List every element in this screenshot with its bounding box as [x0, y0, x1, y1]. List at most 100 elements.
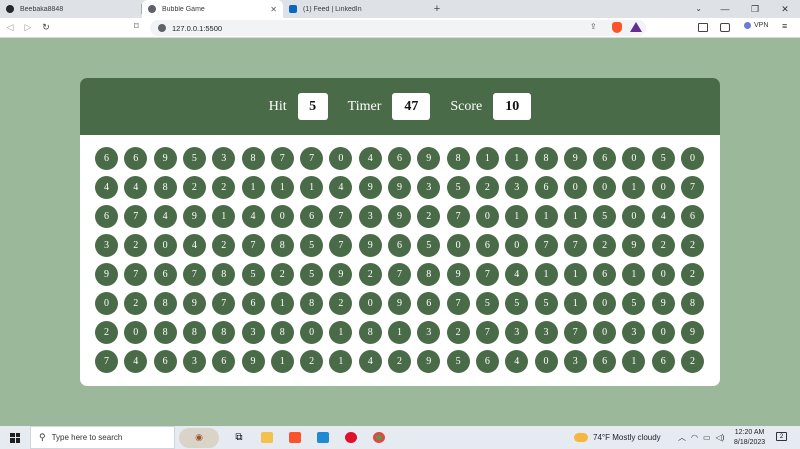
bubble[interactable]: 3 [95, 234, 118, 257]
bubble[interactable]: 1 [563, 292, 587, 315]
bubble[interactable]: 2 [651, 234, 675, 257]
bubble[interactable]: 0 [153, 234, 177, 257]
bubble[interactable]: 0 [651, 176, 675, 199]
bubble[interactable]: 3 [241, 321, 265, 344]
bubble[interactable]: 1 [505, 147, 529, 170]
bubble[interactable]: 2 [681, 350, 704, 373]
bubble[interactable]: 8 [681, 292, 704, 315]
bubble[interactable]: 6 [681, 205, 704, 228]
bubble[interactable]: 1 [241, 176, 265, 199]
chrome-icon[interactable] [365, 426, 393, 449]
bubble[interactable]: 3 [622, 321, 646, 344]
bubble[interactable]: 2 [417, 205, 441, 228]
bubble[interactable]: 2 [95, 321, 118, 344]
bubble[interactable]: 2 [124, 292, 148, 315]
reload-icon[interactable]: ↻ [38, 22, 54, 33]
bubble[interactable]: 1 [212, 205, 236, 228]
bubble[interactable]: 7 [534, 234, 558, 257]
bubble[interactable]: 7 [475, 263, 499, 286]
bubble[interactable]: 7 [95, 350, 118, 373]
bubble[interactable]: 1 [622, 263, 646, 286]
bubble[interactable]: 0 [475, 205, 499, 228]
bubble[interactable]: 7 [300, 147, 324, 170]
bubble[interactable]: 3 [417, 321, 441, 344]
bubble[interactable]: 1 [270, 292, 294, 315]
bubble[interactable]: 8 [241, 147, 265, 170]
site-info-icon[interactable] [158, 24, 166, 32]
bubble[interactable]: 5 [593, 205, 617, 228]
bubble[interactable]: 8 [534, 147, 558, 170]
bubble[interactable]: 8 [153, 292, 177, 315]
bubble[interactable]: 7 [388, 263, 411, 286]
bubble[interactable]: 4 [153, 205, 177, 228]
bubble[interactable]: 7 [563, 321, 587, 344]
bubble[interactable]: 6 [475, 350, 499, 373]
bubble[interactable]: 2 [681, 234, 704, 257]
bubble[interactable]: 6 [593, 350, 617, 373]
restore-button[interactable]: ❐ [740, 0, 770, 18]
clock[interactable]: 12:20 AM 8/18/2023 [734, 428, 765, 448]
bubble[interactable]: 6 [534, 176, 558, 199]
bubble[interactable]: 2 [388, 350, 411, 373]
back-icon[interactable]: ◁ [2, 22, 18, 33]
bubble[interactable]: 5 [475, 292, 499, 315]
bubble[interactable]: 0 [358, 292, 382, 315]
bubble[interactable]: 5 [300, 234, 324, 257]
bubble[interactable]: 0 [124, 321, 148, 344]
bubble[interactable]: 3 [212, 147, 236, 170]
bubble[interactable]: 4 [358, 147, 382, 170]
bubble[interactable]: 2 [212, 176, 236, 199]
bubble[interactable]: 2 [446, 321, 470, 344]
bubble[interactable]: 6 [388, 234, 411, 257]
bubble[interactable]: 0 [651, 263, 675, 286]
bubble[interactable]: 3 [563, 350, 587, 373]
bubble[interactable]: 2 [475, 176, 499, 199]
bubble[interactable]: 4 [241, 205, 265, 228]
bubble[interactable]: 2 [270, 263, 294, 286]
bubble[interactable]: 8 [270, 321, 294, 344]
file-explorer-icon[interactable] [253, 426, 281, 449]
start-button[interactable] [0, 426, 30, 449]
bubble[interactable]: 8 [212, 321, 236, 344]
bubble[interactable]: 6 [388, 147, 411, 170]
bubble[interactable]: 0 [593, 321, 617, 344]
bubble[interactable]: 8 [446, 147, 470, 170]
bubble[interactable]: 5 [534, 292, 558, 315]
bubble[interactable]: 5 [182, 147, 206, 170]
bubble[interactable]: 6 [651, 350, 675, 373]
bubble[interactable]: 4 [505, 263, 529, 286]
bubble[interactable]: 1 [622, 350, 646, 373]
bubble[interactable]: 4 [505, 350, 529, 373]
bubble[interactable]: 1 [329, 350, 353, 373]
bubble[interactable]: 7 [241, 234, 265, 257]
bubble[interactable]: 1 [270, 350, 294, 373]
bubble[interactable]: 0 [651, 321, 675, 344]
bubble[interactable]: 1 [300, 176, 324, 199]
bubble[interactable]: 8 [182, 321, 206, 344]
bubble[interactable]: 6 [95, 147, 118, 170]
bubble[interactable]: 9 [241, 350, 265, 373]
search-highlight-icon[interactable]: ◉ [179, 427, 219, 448]
bubble[interactable]: 5 [622, 292, 646, 315]
bubble[interactable]: 8 [358, 321, 382, 344]
chevron-down-icon[interactable]: ⌄ [695, 0, 702, 18]
bubble[interactable]: 7 [124, 205, 148, 228]
bubble[interactable]: 6 [212, 350, 236, 373]
bubble[interactable]: 6 [417, 292, 441, 315]
bubble[interactable]: 7 [681, 176, 704, 199]
bubble[interactable]: 0 [270, 205, 294, 228]
bubble[interactable]: 7 [446, 205, 470, 228]
bubble[interactable]: 8 [212, 263, 236, 286]
new-tab-button[interactable]: + [428, 3, 446, 15]
network-icon[interactable]: ◠ [691, 433, 698, 442]
bubble[interactable]: 1 [622, 176, 646, 199]
bubble[interactable]: 7 [329, 234, 353, 257]
bubble[interactable]: 3 [505, 176, 529, 199]
bubble[interactable]: 2 [358, 263, 382, 286]
bubble[interactable]: 0 [622, 147, 646, 170]
bubble[interactable]: 0 [593, 292, 617, 315]
bubble[interactable]: 1 [534, 263, 558, 286]
close-window-button[interactable]: ✕ [770, 0, 800, 18]
bubble[interactable]: 9 [182, 205, 206, 228]
vscode-icon[interactable] [309, 426, 337, 449]
